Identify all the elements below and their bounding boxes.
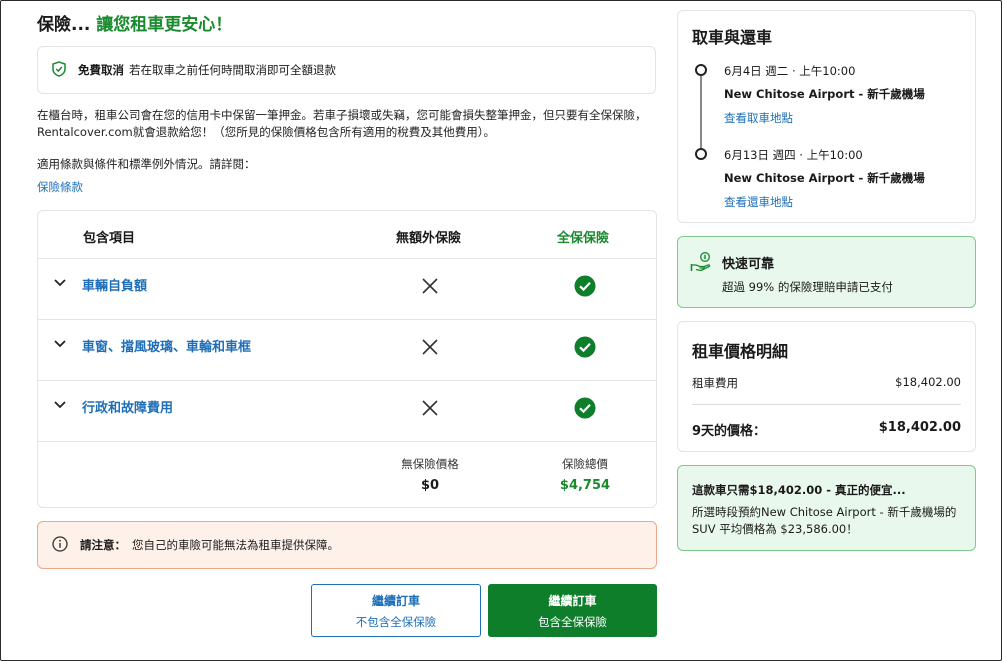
trip-title: 取車與還車 [692, 28, 773, 47]
column-header-full-coverage: 全保保險 [557, 231, 610, 246]
rental-fee-value: $18,402.00 [895, 375, 961, 389]
view-pickup-location-link[interactable]: 查看取車地點 [724, 110, 793, 126]
chevron-down-icon[interactable] [52, 336, 68, 352]
continue-with-insurance-button[interactable]: 繼續訂車 包含全保保險 [488, 584, 657, 637]
price-full-coverage: 保險總價 $4,754 [543, 456, 627, 493]
deal-text: 所選時段預約New Chitose Airport - 新千歲機場的 SUV 平… [692, 505, 957, 536]
pickup-dropoff-card: 取車與還車 6月4日 週二 · 上午10:00 New Chitose Airp… [677, 10, 976, 223]
heading-highlight: 讓您租車更安心！ [96, 15, 233, 35]
timeline-line [700, 76, 702, 148]
free-cancel-text: 若在取車之前任何時間取消即可全額退款 [129, 63, 336, 77]
price-breakdown-card: 租車價格明細 租車費用 $18,402.00 9天的價格： $18,402.00 [677, 321, 976, 452]
column-header-item: 包含項目 [83, 231, 136, 246]
price-no-insurance-label: 無保險價格 [401, 457, 459, 471]
check-circle-icon [574, 275, 596, 297]
deal-title: 這款車只需$18,402.00 - 真正的便宜... [692, 483, 906, 497]
cross-icon [421, 338, 439, 356]
page-heading: 保險... 讓您租車更安心！ [37, 10, 232, 35]
total-value: $18,402.00 [878, 420, 961, 435]
notice-text: 您自己的車險可能無法為租車提供保障。 [132, 538, 339, 552]
button-line1: 繼續訂車 [371, 593, 420, 608]
intro-text: 在櫃台時，租車公司會在您的信用卡中保留一筆押金。若車子損壞或失竊，您可能會損失整… [37, 108, 647, 139]
free-cancellation-box: 免費取消 若在取車之前任何時間取消即可全額退款 [37, 46, 656, 94]
coverage-row-label[interactable]: 車窗、擋風玻璃、車輪和車框 [82, 336, 251, 355]
coverage-row-admin[interactable]: 行政和故障費用 [38, 381, 656, 442]
cross-icon [421, 277, 439, 295]
coverage-row-excess[interactable]: 車輛自負額 [38, 259, 656, 320]
divider [692, 404, 961, 405]
pickup-date: 6月4日 週二 · 上午10:00 [724, 64, 856, 78]
view-dropoff-location-link[interactable]: 查看還車地點 [724, 194, 793, 210]
info-circle-icon [52, 535, 68, 555]
price-title: 租車價格明細 [692, 342, 789, 361]
heading-prefix: 保險... [37, 15, 91, 35]
chevron-down-icon[interactable] [52, 397, 68, 413]
continue-without-insurance-button[interactable]: 繼續訂車 不包含全保保險 [311, 584, 481, 637]
notice-title: 請注意： [80, 538, 126, 552]
dropoff-location: New Chitose Airport - 新千歲機場 [724, 171, 925, 185]
chevron-down-icon[interactable] [52, 275, 68, 291]
deal-card: 這款車只需$18,402.00 - 真正的便宜... 所選時段預約New Chi… [677, 465, 976, 551]
price-full-coverage-value: $4,754 [559, 478, 611, 493]
policy-terms-link[interactable]: 保險條款 [37, 179, 83, 195]
coverage-row-label[interactable]: 行政和故障費用 [82, 397, 173, 416]
pickup-dot-icon [695, 64, 707, 76]
insurance-notice: 請注意： 您自己的車險可能無法為租車提供保障。 [37, 521, 657, 569]
button-line1: 繼續訂車 [548, 593, 597, 608]
pickup-location: New Chitose Airport - 新千歲機場 [724, 87, 925, 101]
rental-fee-label: 租車費用 [692, 376, 738, 390]
fast-title: 快速可靠 [722, 257, 775, 272]
coverage-header: 包含項目 無額外保險 全保保險 [38, 211, 656, 259]
terms-text: 適用條款與條件和標準例外情況。請詳閱： [37, 157, 256, 171]
column-header-no-insurance: 無額外保險 [396, 231, 462, 246]
cross-icon [421, 399, 439, 417]
fast-text: 超過 99% 的保險理賠申請已支付 [722, 280, 893, 294]
price-no-insurance: 無保險價格 $0 [388, 456, 472, 493]
page-frame: 保險... 讓您租車更安心！ 免費取消 若在取車之前任何時間取消即可全額退款 在櫃… [0, 0, 1002, 661]
button-line2: 不包含全保保險 [355, 614, 437, 629]
hand-coin-icon [690, 251, 712, 273]
dropoff-dot-icon [695, 148, 707, 160]
coverage-table: 包含項目 無額外保險 全保保險 車輛自負額 車窗、擋風玻璃、車輪和車框 行政和故… [37, 210, 657, 508]
check-circle-icon [574, 336, 596, 358]
price-full-coverage-label: 保險總價 [562, 457, 608, 471]
check-circle-icon [574, 397, 596, 419]
shield-check-icon [52, 60, 66, 80]
button-line2: 包含全保保險 [538, 614, 607, 629]
dropoff-date: 6月13日 週四 · 上午10:00 [724, 148, 863, 162]
price-no-insurance-value: $0 [420, 478, 440, 493]
coverage-row-glass[interactable]: 車窗、擋風玻璃、車輪和車框 [38, 320, 656, 381]
free-cancel-title: 免費取消 [78, 63, 124, 77]
coverage-row-label[interactable]: 車輛自負額 [82, 275, 147, 294]
fast-reliable-card: 快速可靠 超過 99% 的保險理賠申請已支付 [677, 236, 976, 308]
total-label: 9天的價格： [692, 424, 767, 439]
